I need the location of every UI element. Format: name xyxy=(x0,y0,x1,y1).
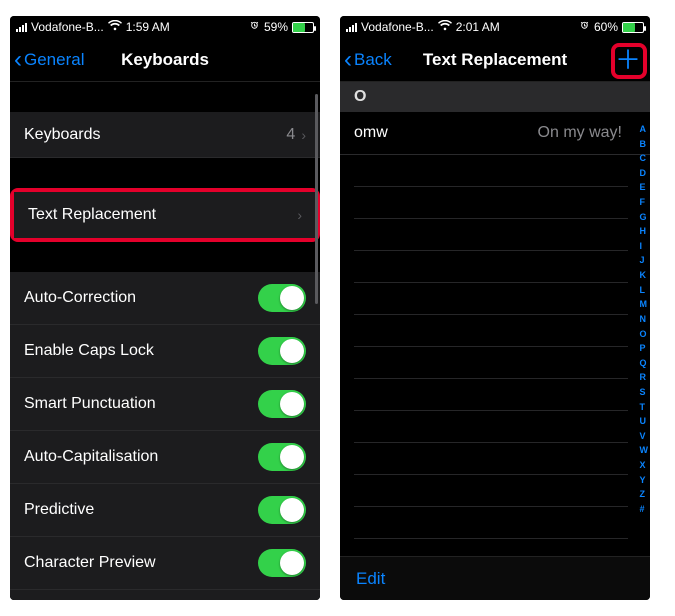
index-letter[interactable]: K xyxy=(640,270,649,280)
nav-bar: ‹ Back Text Replacement ＋ xyxy=(340,38,650,82)
add-button[interactable]: ＋ xyxy=(612,44,644,76)
index-letter[interactable]: T xyxy=(640,402,649,412)
wifi-icon xyxy=(438,20,452,34)
battery-icon xyxy=(622,22,644,33)
nav-bar: ‹ General Keyboards xyxy=(10,38,320,82)
index-letter[interactable]: P xyxy=(640,343,649,353)
index-letter[interactable]: Q xyxy=(640,358,649,368)
text-replacement-row[interactable]: omw On my way! xyxy=(340,112,650,155)
index-letter[interactable]: U xyxy=(640,416,649,426)
time-label: 1:59 AM xyxy=(126,20,170,34)
row-label: Text Replacement xyxy=(28,206,297,224)
alarm-icon xyxy=(249,20,260,34)
phone-text-replacement: Vodafone-B... 2:01 AM 60% ‹ Back Text Re… xyxy=(340,16,650,600)
edit-button[interactable]: Edit xyxy=(356,569,385,589)
row-predictive[interactable]: Predictive xyxy=(10,484,320,537)
index-letter[interactable]: # xyxy=(640,504,649,514)
time-label: 2:01 AM xyxy=(456,20,500,34)
row-text-replacement[interactable]: Text Replacement › xyxy=(14,192,316,238)
index-letter[interactable]: L xyxy=(640,285,649,295)
index-letter[interactable]: X xyxy=(640,460,649,470)
status-bar: Vodafone-B... 1:59 AM 59% xyxy=(10,16,320,38)
row-auto-correction[interactable]: Auto-Correction xyxy=(10,272,320,325)
back-label: Back xyxy=(354,50,392,70)
carrier-label: Vodafone-B... xyxy=(361,20,434,34)
index-letter[interactable]: F xyxy=(640,197,649,207)
scroll-indicator[interactable] xyxy=(315,94,318,304)
toggle-switch[interactable] xyxy=(258,443,306,471)
index-letter[interactable]: Z xyxy=(640,489,649,499)
shortcut-text: omw xyxy=(354,124,388,142)
highlight-text-replacement: Text Replacement › xyxy=(10,188,320,242)
phone-keyboards-settings: Vodafone-B... 1:59 AM 59% ‹ General Keyb… xyxy=(10,16,320,600)
index-letter[interactable]: M xyxy=(640,299,649,309)
index-letter[interactable]: O xyxy=(640,329,649,339)
index-letter[interactable]: C xyxy=(640,153,649,163)
toggle-switch[interactable] xyxy=(258,496,306,524)
row-label: Enable Caps Lock xyxy=(24,342,258,360)
status-bar: Vodafone-B... 2:01 AM 60% xyxy=(340,16,650,38)
chevron-left-icon: ‹ xyxy=(14,48,22,72)
row-label: Character Preview xyxy=(24,554,258,572)
row-value: 4 xyxy=(286,126,295,144)
chevron-left-icon: ‹ xyxy=(344,48,352,72)
index-letter[interactable]: N xyxy=(640,314,649,324)
index-letter[interactable]: W xyxy=(640,445,649,455)
battery-pct: 60% xyxy=(594,20,618,34)
row-keyboards[interactable]: Keyboards 4 › xyxy=(10,112,320,158)
row-smart-punctuation[interactable]: Smart Punctuation xyxy=(10,378,320,431)
chevron-right-icon: › xyxy=(301,127,306,143)
index-letter[interactable]: H xyxy=(640,226,649,236)
empty-rows xyxy=(340,155,650,539)
carrier-label: Vodafone-B... xyxy=(31,20,104,34)
phrase-text: On my way! xyxy=(538,124,636,142)
toggle-switch[interactable] xyxy=(258,284,306,312)
signal-icon xyxy=(16,22,27,32)
settings-content: Keyboards 4 › Text Replacement › Auto-Co… xyxy=(10,82,320,600)
battery-pct: 59% xyxy=(264,20,288,34)
index-letter[interactable]: Y xyxy=(640,475,649,485)
signal-icon xyxy=(346,22,357,32)
index-letter[interactable]: J xyxy=(640,255,649,265)
toolbar: Edit xyxy=(340,556,650,600)
toggle-switch[interactable] xyxy=(258,549,306,577)
section-header: O xyxy=(340,82,650,112)
index-letter[interactable]: E xyxy=(640,182,649,192)
index-letter[interactable]: R xyxy=(640,372,649,382)
text-replacement-content: O omw On my way! ABCDEFGHIJKLMNOPQRSTUVW… xyxy=(340,82,650,556)
chevron-right-icon: › xyxy=(297,207,302,223)
index-letter[interactable]: B xyxy=(640,139,649,149)
row-label: Keyboards xyxy=(24,126,286,144)
row-label: Smart Punctuation xyxy=(24,395,258,413)
battery-icon xyxy=(292,22,314,33)
back-button[interactable]: ‹ Back xyxy=(340,48,392,72)
row-character-preview[interactable]: Character Preview xyxy=(10,537,320,590)
index-letter[interactable]: S xyxy=(640,387,649,397)
row-enable-caps-lock[interactable]: Enable Caps Lock xyxy=(10,325,320,378)
alarm-icon xyxy=(579,20,590,34)
index-bar[interactable]: ABCDEFGHIJKLMNOPQRSTUVWXYZ # xyxy=(640,120,649,518)
plus-icon: ＋ xyxy=(615,47,641,73)
back-button[interactable]: ‹ General xyxy=(10,48,84,72)
row-period-shortcut[interactable]: "." Shortcut xyxy=(10,590,320,600)
toggle-switch[interactable] xyxy=(258,337,306,365)
index-letter[interactable]: I xyxy=(640,241,649,251)
row-auto-capitalisation[interactable]: Auto-Capitalisation xyxy=(10,431,320,484)
row-label: Auto-Capitalisation xyxy=(24,448,258,466)
row-label: Predictive xyxy=(24,501,258,519)
index-letter[interactable]: A xyxy=(640,124,649,134)
wifi-icon xyxy=(108,20,122,34)
row-label: Auto-Correction xyxy=(24,289,258,307)
index-letter[interactable]: V xyxy=(640,431,649,441)
index-letter[interactable]: D xyxy=(640,168,649,178)
toggle-switch[interactable] xyxy=(258,390,306,418)
index-letter[interactable]: G xyxy=(640,212,649,222)
back-label: General xyxy=(24,50,84,70)
